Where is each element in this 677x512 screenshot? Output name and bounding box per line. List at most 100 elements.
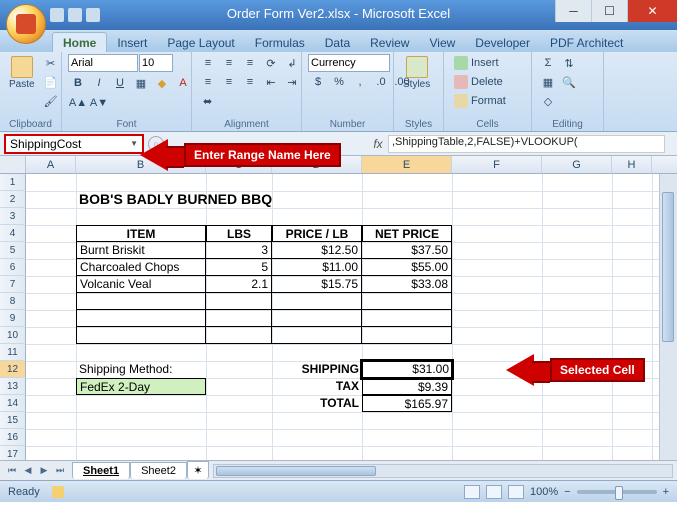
format-painter-button[interactable]: 🖌: [41, 92, 61, 110]
select-all-button[interactable]: [0, 156, 26, 173]
minimize-button[interactable]: ─: [555, 0, 591, 22]
insert-cells-button[interactable]: Insert: [450, 54, 503, 72]
sort-button[interactable]: ⇅: [559, 54, 579, 72]
close-button[interactable]: ✕: [627, 0, 677, 22]
sheet-nav-next[interactable]: ▶: [36, 464, 52, 478]
cell-D14[interactable]: TOTAL: [272, 395, 362, 412]
horizontal-scrollbar[interactable]: [213, 464, 673, 478]
row-header-1[interactable]: 1: [0, 174, 26, 191]
new-sheet-button[interactable]: ✶: [187, 461, 209, 479]
macro-record-icon[interactable]: [52, 486, 64, 498]
save-icon[interactable]: [50, 8, 64, 22]
paste-button[interactable]: Paste: [6, 54, 38, 92]
undo-icon[interactable]: [68, 8, 82, 22]
increase-indent-button[interactable]: ⇥: [282, 73, 302, 91]
cell-C7[interactable]: 2.1: [206, 276, 272, 293]
column-header-H[interactable]: H: [612, 156, 652, 173]
font-name-select[interactable]: [68, 54, 138, 72]
cell-E13[interactable]: $9.39: [362, 378, 452, 395]
cell-B5[interactable]: Burnt Briskit: [76, 242, 206, 259]
column-header-G[interactable]: G: [542, 156, 612, 173]
tab-data[interactable]: Data: [315, 33, 360, 52]
cell-D7[interactable]: $15.75: [272, 276, 362, 293]
cell-C10[interactable]: [206, 327, 272, 344]
decrease-indent-button[interactable]: ⇤: [261, 73, 281, 91]
row-header-2[interactable]: 2: [0, 191, 26, 208]
border-button[interactable]: ▦: [131, 74, 151, 92]
shrink-font-button[interactable]: A▼: [89, 94, 109, 112]
currency-button[interactable]: $: [308, 73, 328, 91]
tab-insert[interactable]: Insert: [107, 33, 157, 52]
horizontal-scrollbar-thumb[interactable]: [216, 466, 376, 476]
name-box[interactable]: ShippingCost ▼: [4, 134, 144, 154]
find-button[interactable]: 🔍: [559, 73, 579, 91]
bold-button[interactable]: B: [68, 74, 88, 92]
zoom-out-button[interactable]: −: [564, 486, 570, 498]
normal-view-button[interactable]: [464, 485, 480, 499]
tab-page-layout[interactable]: Page Layout: [157, 33, 244, 52]
row-header-9[interactable]: 9: [0, 310, 26, 327]
tab-formulas[interactable]: Formulas: [245, 33, 315, 52]
cell-D4[interactable]: PRICE / LB: [272, 225, 362, 242]
row-header-17[interactable]: 17: [0, 446, 26, 460]
grow-font-button[interactable]: A▲: [68, 94, 88, 112]
cell-D9[interactable]: [272, 310, 362, 327]
align-bottom-button[interactable]: ≡: [240, 54, 260, 72]
comma-button[interactable]: ,: [350, 73, 370, 91]
cell-B8[interactable]: [76, 293, 206, 310]
tab-review[interactable]: Review: [360, 33, 419, 52]
copy-button[interactable]: 📄: [41, 73, 61, 91]
vertical-scrollbar[interactable]: [659, 174, 677, 460]
increase-decimal-button[interactable]: .0: [371, 73, 391, 91]
align-right-button[interactable]: ≡: [240, 73, 260, 91]
font-color-button[interactable]: A: [173, 74, 193, 92]
maximize-button[interactable]: ☐: [591, 0, 627, 22]
page-layout-view-button[interactable]: [486, 485, 502, 499]
sheet-nav-last[interactable]: ⏭: [52, 464, 68, 478]
tab-pdf-architect[interactable]: PDF Architect: [540, 33, 633, 52]
fill-color-button[interactable]: ◆: [152, 74, 172, 92]
vertical-scrollbar-thumb[interactable]: [662, 192, 674, 342]
cell-B7[interactable]: Volcanic Veal: [76, 276, 206, 293]
tab-home[interactable]: Home: [52, 32, 107, 52]
cell-E5[interactable]: $37.50: [362, 242, 452, 259]
cell-B13[interactable]: FedEx 2-Day: [76, 378, 206, 395]
cell-E9[interactable]: [362, 310, 452, 327]
tab-developer[interactable]: Developer: [465, 33, 540, 52]
sheet-tab-2[interactable]: Sheet2: [130, 462, 187, 479]
percent-button[interactable]: %: [329, 73, 349, 91]
font-size-select[interactable]: [139, 54, 173, 72]
row-header-11[interactable]: 11: [0, 344, 26, 361]
align-center-button[interactable]: ≡: [219, 73, 239, 91]
row-header-14[interactable]: 14: [0, 395, 26, 412]
cell-E6[interactable]: $55.00: [362, 259, 452, 276]
cell-B2[interactable]: BOB'S BADLY BURNED BBQ: [76, 191, 376, 208]
row-header-5[interactable]: 5: [0, 242, 26, 259]
column-header-F[interactable]: F: [452, 156, 542, 173]
styles-button[interactable]: Styles: [400, 54, 433, 92]
column-header-A[interactable]: A: [26, 156, 76, 173]
row-header-15[interactable]: 15: [0, 412, 26, 429]
fill-button[interactable]: ▦: [538, 73, 558, 91]
cell-E7[interactable]: $33.08: [362, 276, 452, 293]
orientation-button[interactable]: ⟳: [261, 54, 281, 72]
row-header-4[interactable]: 4: [0, 225, 26, 242]
cells-area[interactable]: BOB'S BADLY BURNED BBQITEMLBSPRICE / LBN…: [26, 174, 677, 460]
cell-D5[interactable]: $12.50: [272, 242, 362, 259]
clear-button[interactable]: ◇: [538, 92, 558, 110]
italic-button[interactable]: I: [89, 74, 109, 92]
cell-D12[interactable]: SHIPPING: [272, 361, 362, 378]
cell-C5[interactable]: 3: [206, 242, 272, 259]
cell-D10[interactable]: [272, 327, 362, 344]
row-header-7[interactable]: 7: [0, 276, 26, 293]
cell-B10[interactable]: [76, 327, 206, 344]
number-format-select[interactable]: [308, 54, 390, 72]
autosum-button[interactable]: Σ: [538, 54, 558, 72]
sheet-tab-1[interactable]: Sheet1: [72, 462, 130, 479]
cell-C6[interactable]: 5: [206, 259, 272, 276]
row-header-6[interactable]: 6: [0, 259, 26, 276]
merge-center-button[interactable]: ⬌: [198, 92, 217, 110]
align-middle-button[interactable]: ≡: [219, 54, 239, 72]
delete-cells-button[interactable]: Delete: [450, 73, 507, 91]
row-header-13[interactable]: 13: [0, 378, 26, 395]
